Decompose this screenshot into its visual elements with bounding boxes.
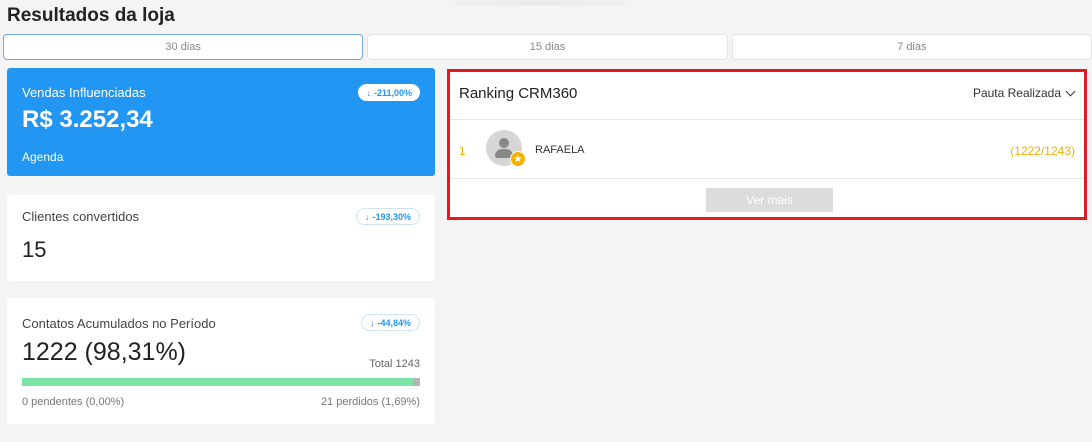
avatar-head (499, 138, 509, 148)
contacts-total: Total 1243 (369, 358, 420, 370)
ranking-position: 1 (459, 144, 466, 158)
contacts-change-value: -44,84% (377, 317, 411, 328)
sales-card[interactable]: Vendas Influenciadas ↓ -211,00% R$ 3.252… (7, 68, 435, 176)
ranking-title: Ranking CRM360 (459, 85, 578, 102)
arrow-down-icon: ↓ (369, 317, 375, 328)
arrow-down-icon: ↓ (364, 211, 370, 222)
clients-change-badge: ↓ -193,30% (355, 208, 420, 225)
contacts-card[interactable]: Contatos Acumulados no Período ↓ -44,84%… (7, 298, 435, 424)
period-tabs: 30 dias 15 dias 7 dias (3, 34, 1092, 60)
divider (450, 119, 1084, 120)
contacts-lost: 21 perdidos (1,69%) (320, 396, 420, 408)
clients-value: 15 (22, 237, 47, 262)
clients-label: Clientes convertidos (22, 209, 140, 224)
page-title: Resultados da loja (7, 5, 175, 26)
tab-15-dias[interactable]: 15 dias (367, 34, 728, 60)
sales-label: Vendas Influenciadas (22, 85, 146, 100)
sales-sub-label: Agenda (22, 150, 64, 164)
contacts-value: 1222 (98,31%) (22, 338, 187, 366)
chevron-down-icon (1065, 86, 1076, 96)
star-icon: ★ (510, 151, 526, 167)
divider (450, 178, 1084, 179)
sales-change-value: -211,00% (373, 87, 412, 98)
contacts-pending: 0 pendentes (0,00%) (22, 396, 125, 408)
ranking-score: (1222/1243) (1010, 144, 1075, 158)
contacts-progress-bar (22, 378, 420, 386)
tab-7-dias[interactable]: 7 dias (731, 34, 1092, 60)
contacts-label: Contatos Acumulados no Período (22, 316, 216, 331)
contacts-progress-fill (22, 378, 414, 386)
ver-mais-button[interactable]: Ver mais (706, 188, 833, 212)
clients-card[interactable]: Clientes convertidos ↓ -193,30% 15 (7, 195, 435, 281)
top-shadow (455, 0, 625, 6)
clients-change-value: -193,30% (372, 211, 411, 222)
contacts-change-badge: ↓ -44,84% (360, 314, 420, 331)
ranking-name: RAFAELA (535, 144, 585, 156)
sales-change-badge: ↓ -211,00% (358, 84, 420, 101)
tab-30-dias[interactable]: 30 dias (3, 34, 364, 60)
arrow-down-icon: ↓ (366, 87, 371, 98)
sales-value: R$ 3.252,34 (22, 106, 153, 133)
ranking-filter-dropdown[interactable]: Pauta Realizada (972, 86, 1076, 100)
ranking-filter-label: Pauta Realizada (972, 86, 1061, 100)
ranking-panel: Ranking CRM360 Pauta Realizada 1 ★ RAFAE… (447, 69, 1087, 220)
